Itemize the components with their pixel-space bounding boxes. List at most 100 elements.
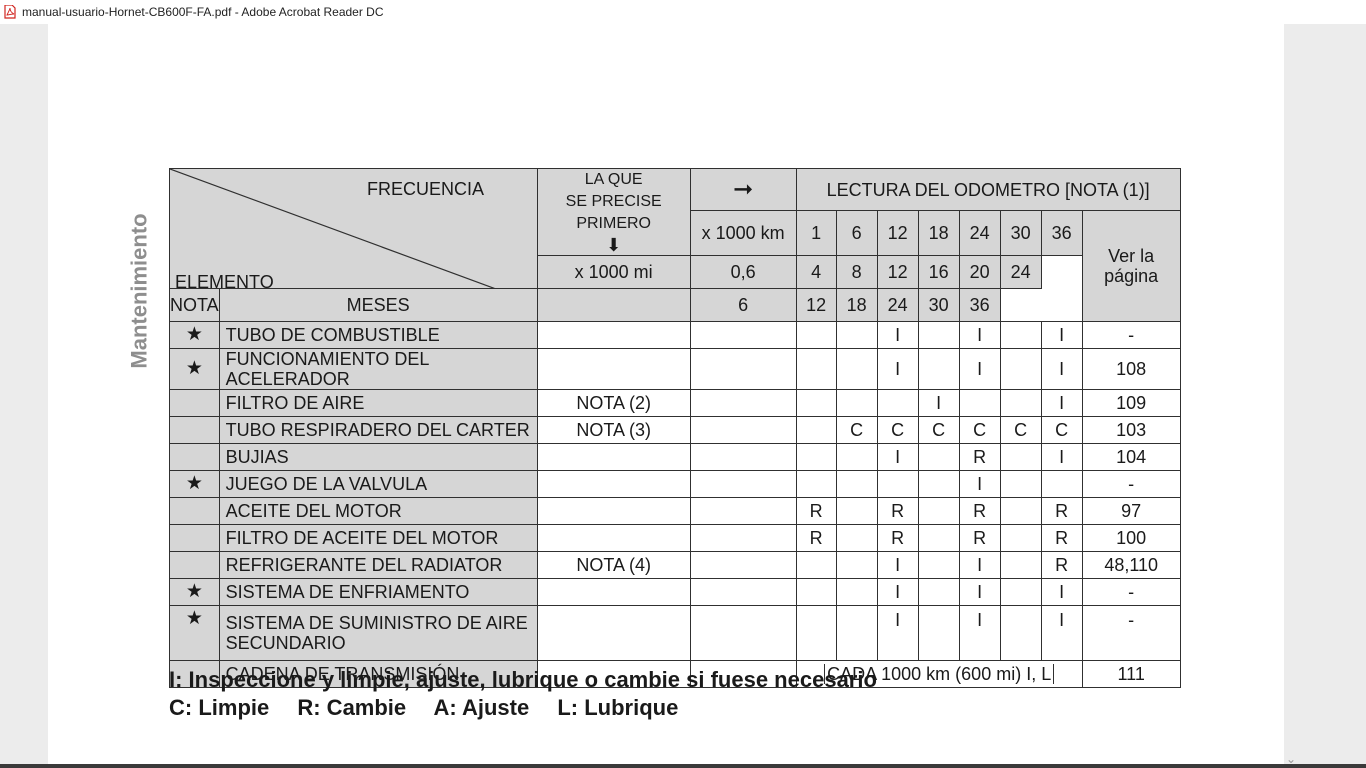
item-note bbox=[536, 443, 691, 471]
item-note bbox=[536, 321, 691, 349]
interval-action bbox=[795, 443, 837, 471]
special-mark-star-icon: ★ bbox=[169, 605, 220, 661]
interval-action bbox=[917, 321, 960, 349]
interval-action bbox=[835, 605, 878, 661]
nota-header: NOTA bbox=[169, 288, 220, 322]
interval-action: I bbox=[1040, 389, 1083, 417]
item-note bbox=[536, 578, 691, 606]
interval-action bbox=[835, 348, 878, 390]
interval-action: R bbox=[1040, 497, 1083, 525]
months-cell bbox=[689, 578, 797, 606]
interval-action bbox=[876, 389, 919, 417]
item-note: NOTA (3) bbox=[536, 416, 691, 444]
interval-action bbox=[999, 578, 1042, 606]
interval-action bbox=[999, 605, 1042, 661]
table-row: ★ FUNCIONAMIENTO DEL ACELERADOR I I I 108 bbox=[169, 348, 1181, 390]
arrow-down-icon: ⬇ bbox=[606, 235, 622, 255]
interval-action bbox=[917, 348, 960, 390]
interval-action: I bbox=[876, 348, 919, 390]
interval-action: I bbox=[1040, 605, 1083, 661]
mi-value: 12 bbox=[876, 255, 919, 289]
page-ref: - bbox=[1081, 321, 1181, 349]
km-value: 1 bbox=[795, 210, 837, 256]
window-title: manual-usuario-Hornet-CB600F-FA.pdf - Ad… bbox=[22, 5, 384, 19]
interval-action: R bbox=[795, 524, 837, 552]
interval-action: I bbox=[958, 321, 1001, 349]
page-header: Ver la página bbox=[1081, 210, 1181, 322]
item-note bbox=[536, 470, 691, 498]
km-value: 6 bbox=[835, 210, 878, 256]
page-ref: - bbox=[1081, 470, 1181, 498]
first-occurrence-header: LA QUE SE PRECISE PRIMERO ⬇ bbox=[536, 168, 691, 256]
months-cell bbox=[689, 348, 797, 390]
interval-action bbox=[876, 470, 919, 498]
interval-action: I bbox=[876, 605, 919, 661]
month-value: 30 bbox=[917, 288, 960, 322]
interval-action: R bbox=[958, 497, 1001, 525]
table-row: ★ SISTEMA DE ENFRIAMENTO I I I - bbox=[169, 578, 1181, 606]
interval-action bbox=[835, 578, 878, 606]
interval-action bbox=[1040, 470, 1083, 498]
legend: I: Inspeccione y limpie, ajuste, lubriqu… bbox=[169, 666, 877, 722]
element-label: ELEMENTO bbox=[175, 272, 274, 289]
interval-action bbox=[835, 524, 878, 552]
interval-action: R bbox=[958, 524, 1001, 552]
table-row: ★ TUBO DE COMBUSTIBLE I I I - bbox=[169, 321, 1181, 349]
page-ref: 108 bbox=[1081, 348, 1181, 390]
interval-action bbox=[835, 470, 878, 498]
months-cell bbox=[689, 416, 797, 444]
maintenance-table: FRECUENCIA ELEMENTO LA QUE SE PRECISE PR… bbox=[169, 168, 1181, 688]
page-ref: - bbox=[1081, 578, 1181, 606]
interval-action: R bbox=[958, 443, 1001, 471]
item-name: JUEGO DE LA VALVULA bbox=[218, 470, 538, 498]
item-name: ACEITE DEL MOTOR bbox=[218, 497, 538, 525]
item-note bbox=[536, 524, 691, 552]
table-row: BUJIAS I R I 104 bbox=[169, 443, 1181, 471]
interval-action bbox=[835, 497, 878, 525]
interval-action: C bbox=[1040, 416, 1083, 444]
month-value: 18 bbox=[835, 288, 878, 322]
months-cell bbox=[689, 551, 797, 579]
km-value: 18 bbox=[917, 210, 960, 256]
km-value: 36 bbox=[1040, 210, 1083, 256]
km-unit-label: x 1000 km bbox=[689, 210, 797, 256]
first-occurrence-line: SE PRECISE bbox=[565, 193, 662, 210]
interval-action: I bbox=[958, 348, 1001, 390]
interval-action: I bbox=[958, 551, 1001, 579]
mi-value: 0,6 bbox=[689, 255, 797, 289]
interval-action: I bbox=[876, 578, 919, 606]
interval-action bbox=[795, 605, 837, 661]
interval-action: R bbox=[876, 524, 919, 552]
item-name: FILTRO DE ACEITE DEL MOTOR bbox=[218, 524, 538, 552]
special-mark-star-icon bbox=[169, 443, 220, 471]
frequency-element-header: FRECUENCIA ELEMENTO bbox=[169, 168, 538, 289]
interval-action bbox=[795, 348, 837, 390]
interval-action: C bbox=[958, 416, 1001, 444]
interval-action bbox=[795, 389, 837, 417]
interval-action bbox=[917, 443, 960, 471]
interval-action: I bbox=[1040, 348, 1083, 390]
interval-action: C bbox=[876, 416, 919, 444]
special-mark-star-icon bbox=[169, 416, 220, 444]
page-ref: 97 bbox=[1081, 497, 1181, 525]
interval-action bbox=[835, 551, 878, 579]
table-row: REFRIGERANTE DEL RADIATOR NOTA (4) I I R 48,1… bbox=[169, 551, 1181, 579]
interval-action bbox=[917, 605, 960, 661]
interval-action: I bbox=[1040, 321, 1083, 349]
month-value: 36 bbox=[958, 288, 1001, 322]
first-occurrence-line: LA QUE bbox=[584, 171, 643, 188]
interval-action: C bbox=[917, 416, 960, 444]
months-cell bbox=[689, 524, 797, 552]
month-value: 12 bbox=[795, 288, 837, 322]
page-ref: 103 bbox=[1081, 416, 1181, 444]
item-note bbox=[536, 605, 691, 661]
item-note bbox=[536, 348, 691, 390]
interval-action: I bbox=[958, 578, 1001, 606]
interval-action bbox=[999, 389, 1042, 417]
interval-action bbox=[958, 389, 1001, 417]
interval-action: C bbox=[835, 416, 878, 444]
mi-value: 4 bbox=[795, 255, 837, 289]
interval-action bbox=[999, 497, 1042, 525]
table-row: FILTRO DE ACEITE DEL MOTOR R R R R 100 bbox=[169, 524, 1181, 552]
table-row: ★ SISTEMA DE SUMINISTRO DE AIRE SECUNDARIO… bbox=[169, 605, 1181, 661]
